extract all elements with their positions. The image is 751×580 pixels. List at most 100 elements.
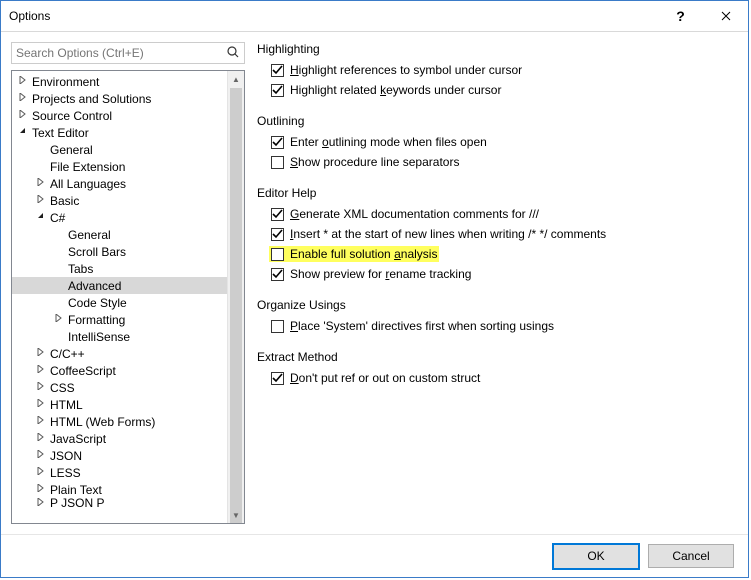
chevron-right-icon[interactable] <box>34 416 48 427</box>
setting-label[interactable]: Don't put ref or out on custom struct <box>290 371 480 385</box>
group-title: Outlining <box>257 114 728 128</box>
chevron-right-icon[interactable] <box>34 348 48 359</box>
tree-item-label: C# <box>48 211 65 225</box>
chevron-down-icon[interactable] <box>34 212 48 223</box>
tree-item-label: File Extension <box>48 160 125 174</box>
chevron-right-icon[interactable] <box>16 93 30 104</box>
help-button[interactable]: ? <box>658 1 703 31</box>
tree-item-label: Text Editor <box>30 126 89 140</box>
chevron-right-icon[interactable] <box>34 450 48 461</box>
tree-item[interactable]: Source Control <box>12 107 228 124</box>
tree-item[interactable]: IntelliSense <box>12 328 228 345</box>
chevron-right-icon[interactable] <box>34 365 48 376</box>
checkbox[interactable] <box>271 208 284 221</box>
tree-item-label: Formatting <box>66 313 125 327</box>
tree-item[interactable]: General <box>12 141 228 158</box>
nav-tree-viewport[interactable]: Environment Projects and SolutionsSource … <box>12 71 228 523</box>
checkbox[interactable] <box>271 136 284 149</box>
scroll-thumb[interactable] <box>230 88 242 524</box>
setting-row: Highlight related keywords under cursor <box>271 80 728 100</box>
tree-item-label: General <box>66 228 111 242</box>
tree-item[interactable]: All Languages <box>12 175 228 192</box>
tree-item[interactable]: File Extension <box>12 158 228 175</box>
setting-row: Highlight references to symbol under cur… <box>271 60 728 80</box>
tree-item[interactable]: JSON <box>12 447 228 464</box>
tree-item[interactable]: General <box>12 226 228 243</box>
chevron-right-icon[interactable] <box>16 110 30 121</box>
setting-row: Don't put ref or out on custom struct <box>271 368 728 388</box>
chevron-right-icon[interactable] <box>34 399 48 410</box>
tree-item-label: LESS <box>48 466 81 480</box>
chevron-right-icon[interactable] <box>34 178 48 189</box>
tree-item[interactable]: Plain Text <box>12 481 228 498</box>
chevron-right-icon[interactable] <box>52 314 66 325</box>
tree-item[interactable]: HTML <box>12 396 228 413</box>
checkbox[interactable] <box>271 228 284 241</box>
chevron-right-icon[interactable] <box>16 76 30 87</box>
tree-item[interactable]: Advanced <box>12 277 228 294</box>
checkbox[interactable] <box>271 64 284 77</box>
tree-item-label: Projects and Solutions <box>30 92 151 106</box>
tree-item[interactable]: Basic <box>12 192 228 209</box>
setting-label[interactable]: Show procedure line separators <box>290 155 459 169</box>
setting-label[interactable]: Enter outlining mode when files open <box>290 135 487 149</box>
tree-item-label: Tabs <box>66 262 93 276</box>
tree-item-label: Advanced <box>66 279 121 293</box>
checkbox[interactable] <box>271 372 284 385</box>
ok-button[interactable]: OK <box>552 543 640 570</box>
setting-label[interactable]: Highlight references to symbol under cur… <box>290 63 522 77</box>
checkbox[interactable] <box>271 84 284 97</box>
setting-row: Show preview for rename tracking <box>271 264 728 284</box>
setting-row: Insert * at the start of new lines when … <box>271 224 728 244</box>
tree-item[interactable]: Environment <box>12 73 228 90</box>
tree-item[interactable]: CoffeeScript <box>12 362 228 379</box>
setting-label[interactable]: Enable full solution analysis <box>290 247 437 261</box>
tree-item[interactable]: Text Editor <box>12 124 228 141</box>
tree-item[interactable]: Formatting <box>12 311 228 328</box>
tree-item[interactable]: Tabs <box>12 260 228 277</box>
chevron-right-icon[interactable] <box>34 498 48 508</box>
setting-label[interactable]: Insert * at the start of new lines when … <box>290 227 606 241</box>
tree-item[interactable]: Code Style <box>12 294 228 311</box>
setting-label[interactable]: Generate XML documentation comments for … <box>290 207 539 221</box>
tree-item-label: P JSON P <box>48 498 104 508</box>
tree-item[interactable]: C# <box>12 209 228 226</box>
tree-item[interactable]: C/C++ <box>12 345 228 362</box>
chevron-right-icon[interactable] <box>34 382 48 393</box>
chevron-down-icon[interactable] <box>16 127 30 138</box>
tree-item-label: CoffeeScript <box>48 364 116 378</box>
checkbox[interactable] <box>271 156 284 169</box>
tree-item-label: Scroll Bars <box>66 245 126 259</box>
search-input[interactable] <box>12 43 244 63</box>
tree-item-label: Environment <box>30 75 99 89</box>
checkbox[interactable] <box>271 320 284 333</box>
close-button[interactable] <box>703 1 748 31</box>
cancel-button[interactable]: Cancel <box>648 544 734 568</box>
chevron-right-icon[interactable] <box>34 433 48 444</box>
chevron-right-icon[interactable] <box>34 195 48 206</box>
tree-item[interactable]: LESS <box>12 464 228 481</box>
scroll-down-icon[interactable]: ▼ <box>228 507 244 523</box>
tree-item[interactable]: HTML (Web Forms) <box>12 413 228 430</box>
search-box[interactable] <box>11 42 245 64</box>
setting-row: Place 'System' directives first when sor… <box>271 316 728 336</box>
tree-item[interactable]: CSS <box>12 379 228 396</box>
nav-tree: Environment Projects and SolutionsSource … <box>11 70 245 524</box>
tree-item[interactable]: JavaScript <box>12 430 228 447</box>
scrollbar[interactable]: ▲ ▼ <box>227 71 244 523</box>
tree-item-label: Basic <box>48 194 79 208</box>
checkbox[interactable] <box>271 268 284 281</box>
tree-item[interactable]: Projects and Solutions <box>12 90 228 107</box>
setting-label[interactable]: Place 'System' directives first when sor… <box>290 319 554 333</box>
setting-label[interactable]: Highlight related keywords under cursor <box>290 83 501 97</box>
scroll-up-icon[interactable]: ▲ <box>228 71 244 87</box>
window-title: Options <box>9 9 658 23</box>
checkbox[interactable] <box>271 248 284 261</box>
chevron-right-icon[interactable] <box>34 484 48 495</box>
setting-row: Enable full solution analysis <box>269 244 728 264</box>
setting-label[interactable]: Show preview for rename tracking <box>290 267 471 281</box>
tree-item[interactable]: Scroll Bars <box>12 243 228 260</box>
chevron-right-icon[interactable] <box>34 467 48 478</box>
tree-item[interactable]: P JSON P <box>12 498 228 508</box>
tree-item-label: JSON <box>48 449 82 463</box>
